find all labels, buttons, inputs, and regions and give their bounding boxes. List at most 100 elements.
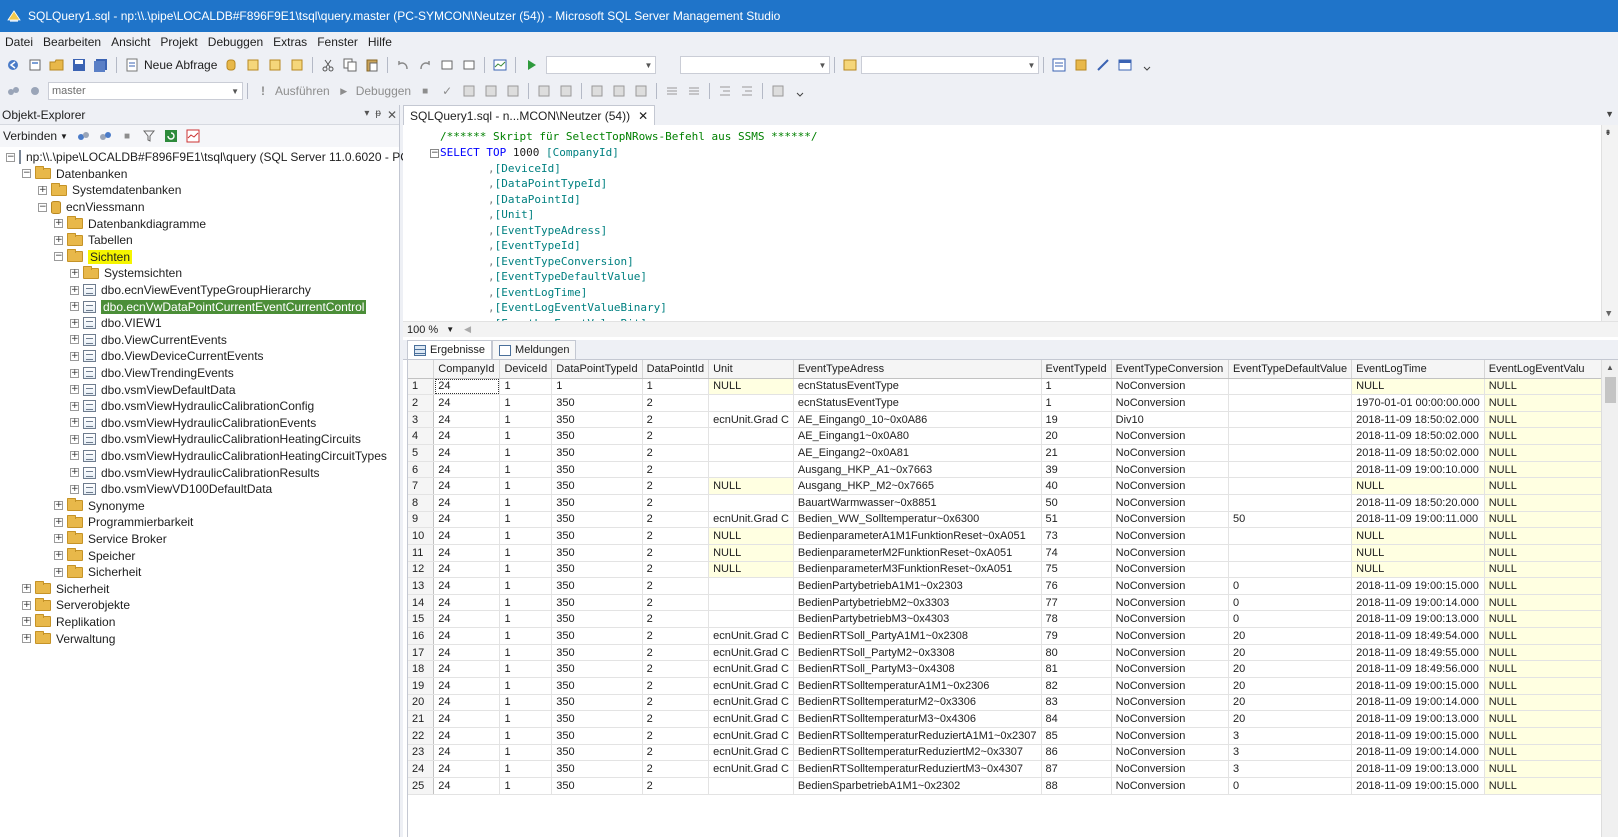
table-cell[interactable]: 2018-11-09 19:00:13.000 [1351, 710, 1485, 728]
row-number[interactable]: 15 [408, 610, 435, 629]
close-icon[interactable]: ✕ [387, 108, 397, 122]
toolbar-options-icon[interactable] [1138, 56, 1156, 74]
grid-corner[interactable] [408, 360, 435, 379]
tree-node[interactable]: + Synonyme [0, 497, 399, 514]
table-cell[interactable]: 78 [1041, 610, 1112, 629]
table-cell[interactable]: 20 [1041, 427, 1112, 446]
table-cell[interactable]: NoConversion [1111, 710, 1230, 728]
table-cell[interactable]: 350 [551, 644, 643, 662]
table-cell[interactable]: 24 [433, 677, 501, 695]
table-cell[interactable]: 2018-11-09 18:49:54.000 [1351, 627, 1485, 645]
expand-icon[interactable]: + [54, 501, 63, 511]
table-cell[interactable] [708, 394, 794, 412]
table-cell[interactable]: NULL [1484, 660, 1618, 679]
menu-projekt[interactable]: Projekt [155, 32, 202, 52]
table-row[interactable]: 8 24 1 350 2 BauartWarmwasser~0x8851 50 NoConve… [408, 494, 1618, 512]
table-row[interactable]: 3 24 1 350 2 ecnUnit.Grad C AE_Eingang0_10~0x0… [408, 411, 1618, 429]
results-to-file-icon[interactable] [632, 82, 650, 100]
collapse-icon[interactable]: − [430, 149, 439, 158]
table-cell[interactable]: 20 [1228, 677, 1353, 695]
table-cell[interactable] [1228, 461, 1353, 479]
collapse-icon[interactable]: − [6, 152, 15, 162]
scrollbar-thumb[interactable] [1605, 377, 1616, 403]
comment-out-icon[interactable] [663, 82, 681, 100]
table-cell[interactable]: 20 [1228, 660, 1353, 679]
table-cell[interactable] [1228, 527, 1353, 545]
table-cell[interactable]: 1 [499, 411, 553, 429]
expand-icon[interactable]: + [70, 368, 79, 378]
table-cell[interactable]: NULL [1484, 494, 1618, 512]
table-row[interactable]: 20 24 1 350 2 ecnUnit.Grad C BedienRTSolltempe… [408, 694, 1618, 712]
table-cell[interactable]: 1 [499, 477, 553, 495]
tree-node[interactable]: + dbo.vsmViewHydraulicCalibrationConfig [0, 398, 399, 415]
connect-button[interactable]: Verbinden [3, 129, 57, 143]
table-cell[interactable]: 24 [433, 760, 501, 778]
table-cell[interactable] [1228, 411, 1353, 429]
table-cell[interactable]: 50 [1041, 494, 1112, 512]
table-cell[interactable]: 1 [499, 610, 553, 629]
table-cell[interactable]: 80 [1041, 644, 1112, 662]
table-cell[interactable]: BedienSparbetriebA1M1~0x2302 [793, 777, 1042, 795]
table-cell[interactable] [708, 494, 794, 512]
expand-icon[interactable]: + [22, 584, 31, 594]
table-cell[interactable]: 1 [499, 444, 553, 462]
tree-node[interactable]: − np:\\.\pipe\LOCALDB#F896F9E1\tsql\query… [0, 149, 515, 166]
expand-icon[interactable]: + [22, 617, 31, 627]
table-cell[interactable]: 350 [551, 777, 643, 795]
expand-icon[interactable]: + [70, 302, 79, 312]
solution-config-combo[interactable]: ▼ [546, 56, 657, 74]
row-number[interactable]: 11 [408, 544, 435, 562]
table-cell[interactable] [1228, 561, 1353, 579]
table-cell[interactable]: 3 [1228, 744, 1353, 762]
table-cell[interactable]: NULL [1351, 477, 1485, 495]
expand-icon[interactable]: + [54, 551, 63, 561]
table-cell[interactable]: 350 [551, 610, 643, 629]
table-cell[interactable]: NULL [1484, 444, 1618, 462]
table-cell[interactable]: 1 [499, 644, 553, 662]
table-cell[interactable]: 1 [499, 561, 553, 579]
table-cell[interactable]: 2018-11-09 18:50:02.000 [1351, 427, 1485, 446]
table-cell[interactable] [708, 577, 794, 595]
table-cell[interactable]: 2018-11-09 19:00:15.000 [1351, 727, 1485, 745]
table-cell[interactable]: NULL [708, 477, 794, 495]
undo-icon[interactable] [394, 56, 412, 74]
table-cell[interactable]: 1 [499, 694, 553, 712]
table-cell[interactable]: 2 [642, 710, 710, 728]
intellisense-icon[interactable] [504, 82, 522, 100]
table-cell[interactable]: NoConversion [1111, 610, 1230, 629]
table-cell[interactable]: ecnUnit.Grad C [708, 760, 794, 778]
table-cell[interactable]: NULL [1484, 760, 1618, 778]
table-cell[interactable]: 2018-11-09 19:00:15.000 [1351, 677, 1485, 695]
results-to-grid-icon[interactable] [610, 82, 628, 100]
table-cell[interactable]: 24 [433, 561, 501, 579]
table-cell[interactable]: 0 [1228, 777, 1353, 795]
table-cell[interactable]: 85 [1041, 727, 1112, 745]
results-to-text-icon[interactable] [588, 82, 606, 100]
table-cell[interactable]: 2 [642, 594, 710, 612]
navigate-backward-icon[interactable] [438, 56, 456, 74]
table-row[interactable]: 13 24 1 350 2 BedienPartybetriebA1M1~0x2303 76… [408, 577, 1618, 595]
expand-icon[interactable]: + [54, 219, 63, 229]
row-number[interactable]: 14 [408, 594, 435, 612]
table-cell[interactable]: NULL [1484, 561, 1618, 579]
table-cell[interactable]: 2 [642, 494, 710, 512]
table-cell[interactable]: 350 [551, 710, 643, 728]
table-cell[interactable]: 88 [1041, 777, 1112, 795]
row-number[interactable]: 2 [408, 394, 435, 412]
table-cell[interactable]: 77 [1041, 594, 1112, 612]
expand-icon[interactable]: + [70, 468, 79, 478]
table-cell[interactable]: AE_Eingang0_10~0x0A86 [793, 411, 1042, 429]
pin-icon[interactable]: ᵽ [375, 108, 381, 122]
menu-fenster[interactable]: Fenster [312, 32, 363, 52]
table-cell[interactable]: 40 [1041, 477, 1112, 495]
table-row[interactable]: 25 24 1 350 2 BedienSparbetriebA1M1~0x2302 88 N… [408, 777, 1618, 795]
row-number[interactable]: 17 [408, 644, 435, 662]
table-row[interactable]: 11 24 1 350 2 NULL BedienparameterM2FunktionRe… [408, 544, 1618, 562]
table-cell[interactable]: 1 [499, 727, 553, 745]
table-cell[interactable]: 350 [551, 394, 643, 412]
table-cell[interactable]: NULL [1484, 477, 1618, 495]
table-cell[interactable]: 24 [433, 594, 501, 612]
expand-icon[interactable]: + [70, 285, 79, 295]
new-project-icon[interactable] [26, 56, 44, 74]
table-cell[interactable]: 24 [433, 461, 501, 479]
